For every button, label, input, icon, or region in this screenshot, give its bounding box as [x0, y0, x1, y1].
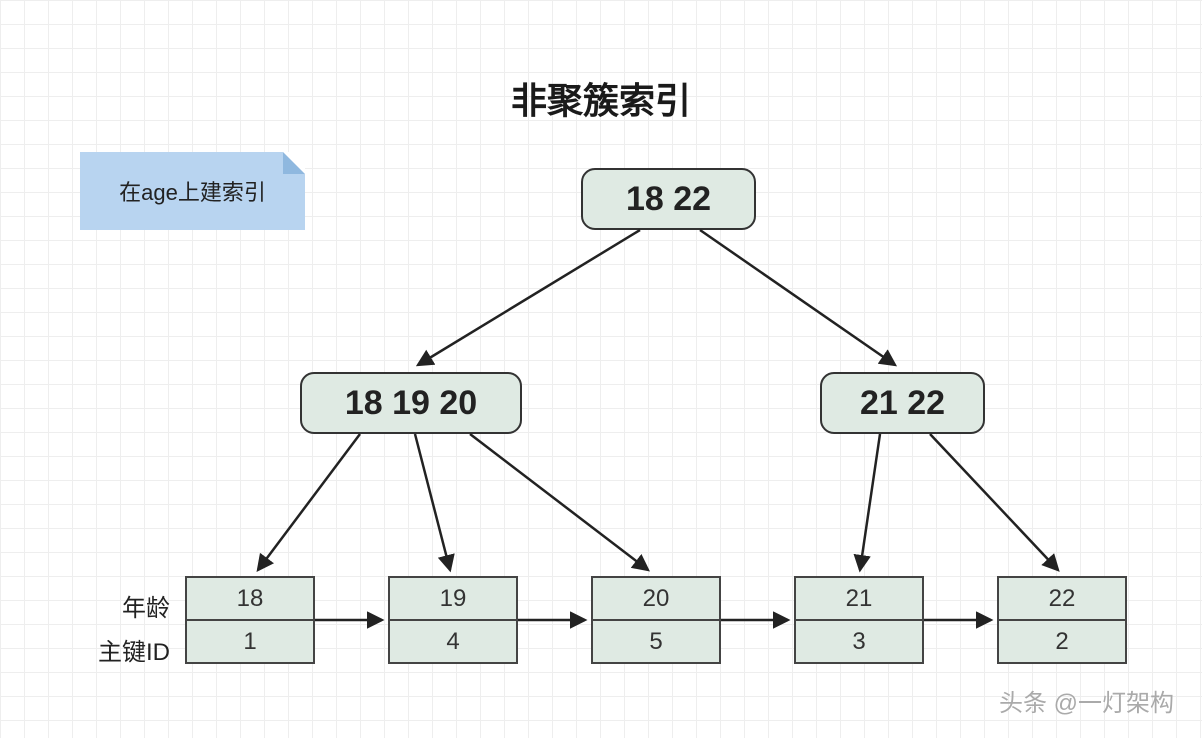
internal-node-left: 18 19 20 — [300, 372, 522, 434]
leaf-pk: 5 — [593, 621, 719, 662]
leaf-pk: 4 — [390, 621, 516, 662]
leaf-age: 18 — [187, 578, 313, 621]
internal-node-right: 21 22 — [820, 372, 985, 434]
diagram-title: 非聚簇索引 — [0, 72, 1202, 124]
note-text: 在age上建索引 — [119, 175, 266, 207]
note-index-on-age: 在age上建索引 — [80, 152, 305, 230]
leaf-pk: 1 — [187, 621, 313, 662]
leaf-age: 21 — [796, 578, 922, 621]
internal-node-right-label: 21 22 — [860, 384, 945, 423]
leaf-pk: 3 — [796, 621, 922, 662]
root-node-label: 18 22 — [626, 180, 711, 219]
row-label-age: 年龄 — [70, 588, 170, 623]
leaf-age: 22 — [999, 578, 1125, 621]
root-node: 18 22 — [581, 168, 756, 230]
leaf-pk: 2 — [999, 621, 1125, 662]
leaf-node: 18 1 — [185, 576, 315, 664]
leaf-node: 19 4 — [388, 576, 518, 664]
row-label-pk: 主键ID — [70, 632, 170, 667]
watermark-text: 头条 @一灯架构 — [999, 683, 1174, 718]
leaf-age: 19 — [390, 578, 516, 621]
leaf-node: 21 3 — [794, 576, 924, 664]
leaf-age: 20 — [593, 578, 719, 621]
internal-node-left-label: 18 19 20 — [345, 384, 477, 423]
leaf-node: 20 5 — [591, 576, 721, 664]
leaf-node: 22 2 — [997, 576, 1127, 664]
